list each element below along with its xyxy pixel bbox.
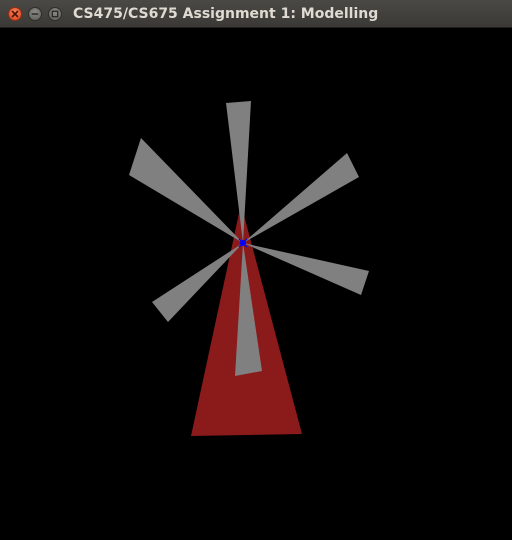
minimize-icon <box>31 13 39 15</box>
windmill-scene <box>129 101 369 436</box>
opengl-viewport[interactable] <box>0 28 512 540</box>
windmill-blade-2 <box>243 153 359 243</box>
maximize-button[interactable] <box>48 7 62 21</box>
minimize-button[interactable] <box>28 7 42 21</box>
window-titlebar[interactable]: CS475/CS675 Assignment 1: Modelling <box>0 0 512 28</box>
windmill-blade-6 <box>129 138 243 243</box>
app-window: CS475/CS675 Assignment 1: Modelling <box>0 0 512 540</box>
windmill-blades <box>129 101 369 376</box>
windmill-hub <box>238 238 248 248</box>
window-title: CS475/CS675 Assignment 1: Modelling <box>73 6 379 22</box>
maximize-icon <box>51 10 59 18</box>
close-icon <box>11 10 19 18</box>
close-button[interactable] <box>8 7 22 21</box>
